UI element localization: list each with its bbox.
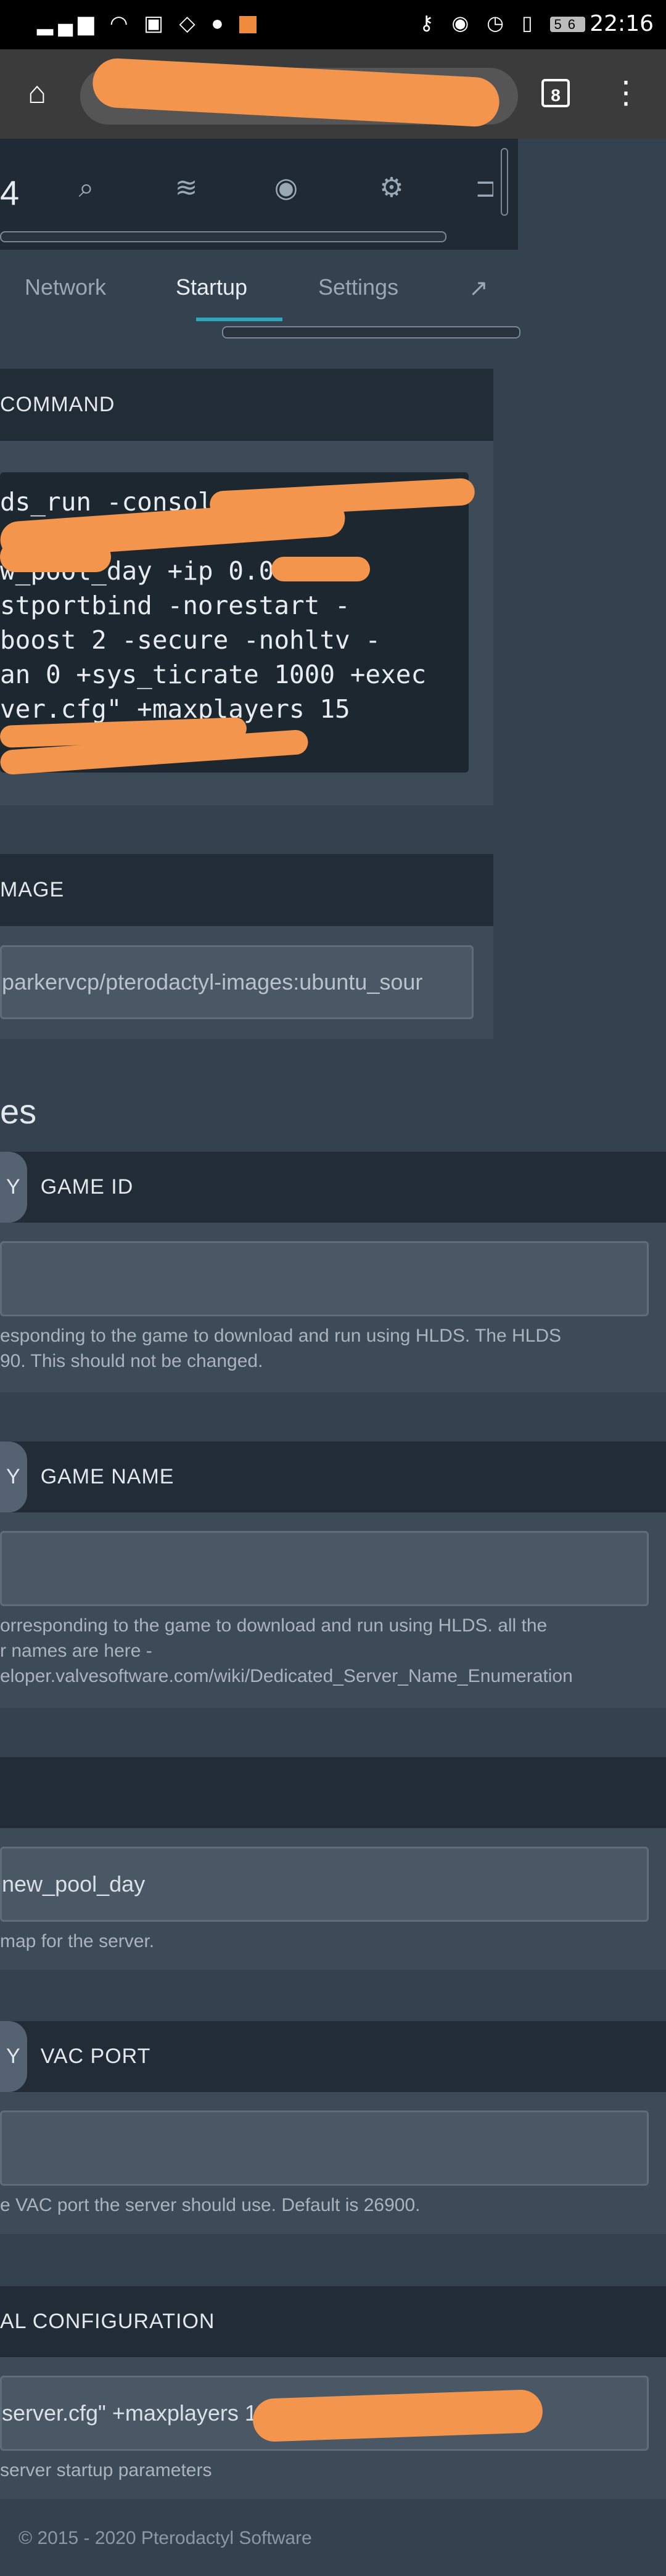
variable-help: esponding to the game to download and ru… [0, 1323, 654, 1374]
nav-scrollbar[interactable] [0, 231, 446, 242]
lock-icon: ▣ [143, 12, 169, 35]
variable-header: Y VAC PORT [0, 2021, 666, 2092]
game-id-input[interactable] [0, 1241, 649, 1316]
startup-command-panel: COMMAND ds_run -console w_pool_day +ip 0… [0, 369, 493, 805]
layers-icon[interactable]: ≋ [168, 170, 205, 207]
help-line: esponding to the game to download and ru… [0, 1326, 562, 1346]
variable-title: GAME NAME [40, 1465, 175, 1488]
battery-icon: 56 [550, 16, 585, 32]
variable-help: server startup parameters [0, 2458, 212, 2483]
help-line: r names are here - [0, 1641, 152, 1661]
tab-settings[interactable]: Settings [318, 274, 398, 300]
server-title: 4 [0, 173, 20, 212]
docker-image-header: MAGE [0, 854, 493, 926]
footer-copyright: © 2015 - 2020 Pterodactyl Software [18, 2528, 312, 2548]
eye-icon: ◉ [451, 12, 475, 34]
command-redaction [0, 541, 111, 572]
key-icon: ⚷ [419, 12, 440, 34]
more-icon[interactable]: ⊐ [475, 170, 493, 207]
server-subtabs: Network Startup Settings ↗ [0, 250, 520, 342]
variable-help: orresponding to the game to download and… [0, 1613, 666, 1689]
app-icon [239, 16, 257, 34]
variable-header [0, 1757, 666, 1828]
tab-network[interactable]: Network [25, 274, 106, 300]
docker-image-field[interactable]: parkervcp/pterodactyl-images:ubuntu_sour [0, 945, 474, 1019]
help-line: 90. This should not be changed. [0, 1351, 263, 1371]
phone-icon: ● [211, 12, 229, 35]
game-name-input[interactable] [0, 1531, 649, 1606]
vac-port-input[interactable] [0, 2110, 649, 2186]
command-redaction [271, 557, 370, 581]
browser-toolbar: ⌂ 8 ⋮ [0, 49, 666, 139]
variable-help: e VAC port the server should use. Defaul… [0, 2192, 421, 2218]
variable-header: Y GAME NAME [0, 1442, 666, 1512]
variable-required-badge: Y [0, 1442, 27, 1512]
status-icons-left: ▂▄▆ ◠ ▣ ◇ ● [37, 11, 257, 36]
variable-title: VAC PORT [40, 2045, 151, 2068]
help-line: eloper.valvesoftware.com/wiki/Dedicated_… [0, 1666, 573, 1686]
cogs-icon[interactable]: ⚙ [373, 170, 410, 207]
variable-header: Y GAME ID [0, 1152, 666, 1223]
variable-header: AL CONFIGURATION [0, 2286, 666, 2357]
active-tab-indicator [196, 318, 282, 321]
map-input[interactable]: new_pool_day [0, 1847, 649, 1922]
variable-required-badge: Y [0, 2021, 27, 2092]
wifi-icon: ◠ [109, 12, 133, 35]
status-bar: ▂▄▆ ◠ ▣ ◇ ● ⚷ ◉ ◷ ▯ 56 22:16 [0, 0, 666, 49]
help-line: e VAC port the server should use. Defaul… [0, 2195, 421, 2215]
variable-panel-map: new_pool_day map for the server. [0, 1757, 666, 1970]
variables-heading: es [0, 1092, 37, 1131]
variable-panel-vac-port: Y VAC PORT e VAC port the server should u… [0, 2021, 666, 2234]
help-line: map for the server. [0, 1931, 155, 1951]
variable-panel-game-name: Y GAME NAME orresponding to the game to d… [0, 1442, 666, 1708]
variable-panel-game-id: Y GAME ID esponding to the game to downlo… [0, 1152, 666, 1392]
variable-panel-additional-config: AL CONFIGURATION server.cfg" +maxplayers… [0, 2286, 666, 2499]
variable-required-badge: Y [0, 1152, 27, 1223]
search-icon[interactable]: ⌕ [68, 170, 105, 207]
command-line: stportbind -norestart - [0, 591, 350, 620]
variable-title: GAME ID [40, 1175, 134, 1199]
tab-startup[interactable]: Startup [176, 274, 247, 300]
docker-image-panel: MAGE parkervcp/pterodactyl-images:ubuntu… [0, 854, 493, 1039]
shield-icon: ◇ [179, 12, 200, 35]
server-top-nav: 4 ⌕ ≋ ◉ ⚙ ⊐ [0, 139, 518, 250]
help-line: orresponding to the game to download and… [0, 1615, 548, 1636]
clock: 22:16 [590, 11, 654, 36]
browser-menu-icon[interactable]: ⋮ [610, 74, 641, 111]
help-line: server startup parameters [0, 2460, 212, 2480]
command-line: an 0 +sys_ticrate 1000 +exec [0, 660, 427, 689]
subtab-scrollbar[interactable] [222, 326, 520, 338]
tab-switcher-button[interactable]: 8 [541, 79, 570, 107]
signal-icon: ▂▄▆ [37, 12, 99, 35]
variable-help: map for the server. [0, 1929, 154, 1954]
command-line: boost 2 -secure -nohltv - [0, 625, 381, 655]
user-icon[interactable]: ◉ [268, 170, 305, 207]
home-icon[interactable]: ⌂ [18, 74, 56, 111]
external-link-icon[interactable]: ↗ [469, 274, 488, 302]
nav-scrollbar-vertical[interactable] [501, 148, 508, 216]
status-icons-right: ⚷ ◉ ◷ ▯ 56 [419, 11, 585, 35]
alarm-icon: ◷ [487, 12, 511, 34]
vibrate-icon: ▯ [521, 12, 539, 34]
startup-command-header: COMMAND [0, 369, 493, 441]
